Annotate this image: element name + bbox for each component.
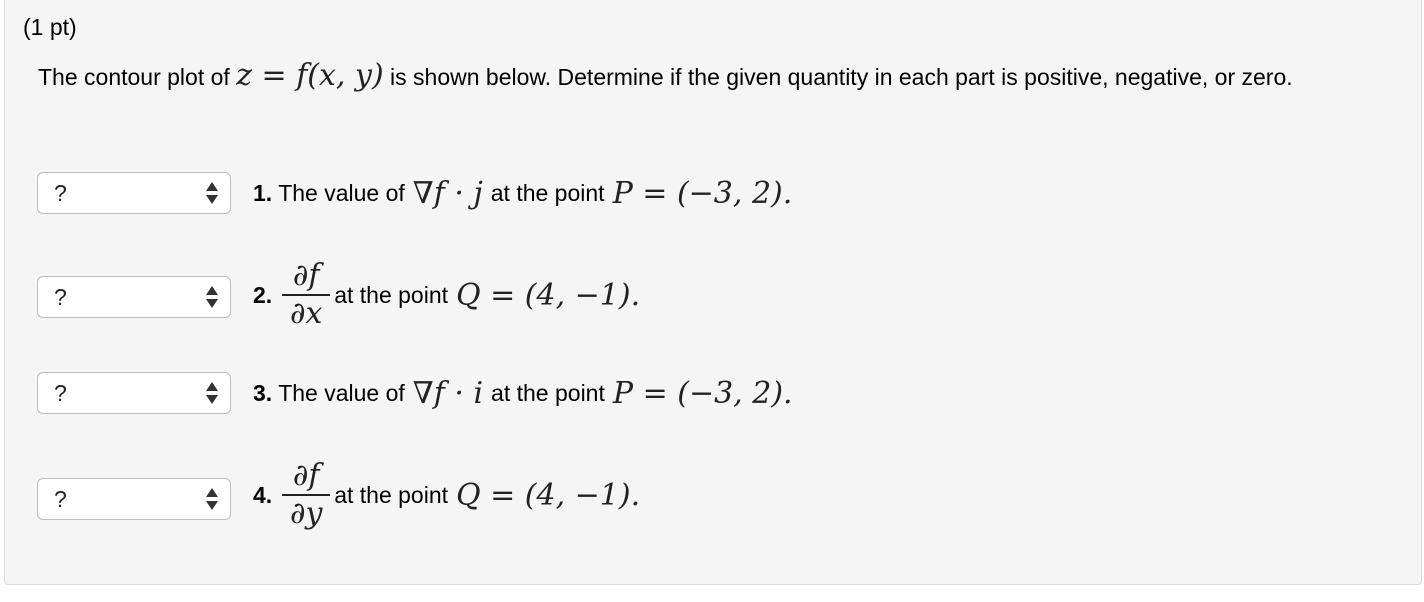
part-text-after: at the point bbox=[490, 179, 605, 206]
part-4-question: 4. ∂f ∂y at the point Q = (4, −1). bbox=[253, 446, 640, 544]
up-down-arrows-icon bbox=[206, 285, 218, 309]
gradient-dot-vector-math: ∇f · j bbox=[412, 175, 483, 211]
select-value: ? bbox=[54, 180, 67, 206]
part-text-before: The value of bbox=[278, 179, 405, 206]
points-label: (1 pt) bbox=[23, 14, 77, 40]
up-down-arrows-icon bbox=[206, 487, 218, 511]
select-value: ? bbox=[54, 486, 67, 512]
fraction-denominator: ∂y bbox=[289, 496, 323, 531]
intro-math: z = f(x, y) bbox=[236, 58, 384, 93]
partial-derivative-fraction: ∂f ∂x bbox=[282, 258, 331, 332]
part-2-answer-select[interactable]: ? bbox=[37, 276, 231, 318]
part-text-after: at the point bbox=[334, 481, 448, 508]
part-4-row: ? 4. ∂f ∂y at the point Q = (4, −1). bbox=[37, 446, 1411, 536]
part-3-question: 3. The value of ∇f · i at the point P = … bbox=[253, 368, 793, 418]
fraction-numerator: ∂f bbox=[292, 458, 320, 493]
part-text-before: The value of bbox=[278, 379, 405, 406]
point-math: P = (−3, 2). bbox=[612, 175, 793, 211]
up-down-arrows-icon bbox=[206, 181, 218, 205]
part-1-answer-select[interactable]: ? bbox=[37, 172, 231, 214]
part-3-row: ? 3. The value of ∇f · i at the point P … bbox=[37, 364, 1411, 454]
problem-statement: The contour plot of z = f(x, y) is shown… bbox=[38, 56, 1398, 97]
part-2-row: ? 2. ∂f ∂x at the point Q = (4, −1). bbox=[37, 246, 1411, 336]
point-math: P = (−3, 2). bbox=[612, 375, 793, 411]
part-text-after: at the point bbox=[334, 281, 448, 308]
up-down-arrows-icon bbox=[206, 381, 218, 405]
point-math: Q = (4, −1). bbox=[456, 277, 641, 313]
part-number: 4. bbox=[253, 481, 273, 508]
problem-panel: (1 pt) The contour plot of z = f(x, y) i… bbox=[4, 0, 1422, 585]
part-1-row: ? 1. The value of ∇f · j at the point P … bbox=[37, 164, 1411, 254]
gradient-dot-vector-math: ∇f · i bbox=[412, 375, 484, 411]
intro-text-after: is shown below. Determine if the given q… bbox=[390, 64, 1293, 90]
select-value: ? bbox=[54, 380, 67, 406]
part-3-answer-select[interactable]: ? bbox=[37, 372, 231, 414]
select-value: ? bbox=[54, 284, 67, 310]
intro-text-before: The contour plot of bbox=[38, 64, 230, 90]
part-2-question: 2. ∂f ∂x at the point Q = (4, −1). bbox=[253, 246, 640, 344]
fraction-numerator: ∂f bbox=[292, 258, 320, 293]
part-4-answer-select[interactable]: ? bbox=[37, 478, 231, 520]
part-1-question: 1. The value of ∇f · j at the point P = … bbox=[253, 168, 792, 218]
part-number: 1. bbox=[253, 179, 273, 206]
point-math: Q = (4, −1). bbox=[456, 477, 641, 513]
part-number: 2. bbox=[253, 281, 273, 308]
partial-derivative-fraction: ∂f ∂y bbox=[282, 458, 331, 532]
fraction-denominator: ∂x bbox=[289, 296, 323, 331]
part-number: 3. bbox=[253, 379, 273, 406]
part-text-after: at the point bbox=[491, 379, 605, 406]
